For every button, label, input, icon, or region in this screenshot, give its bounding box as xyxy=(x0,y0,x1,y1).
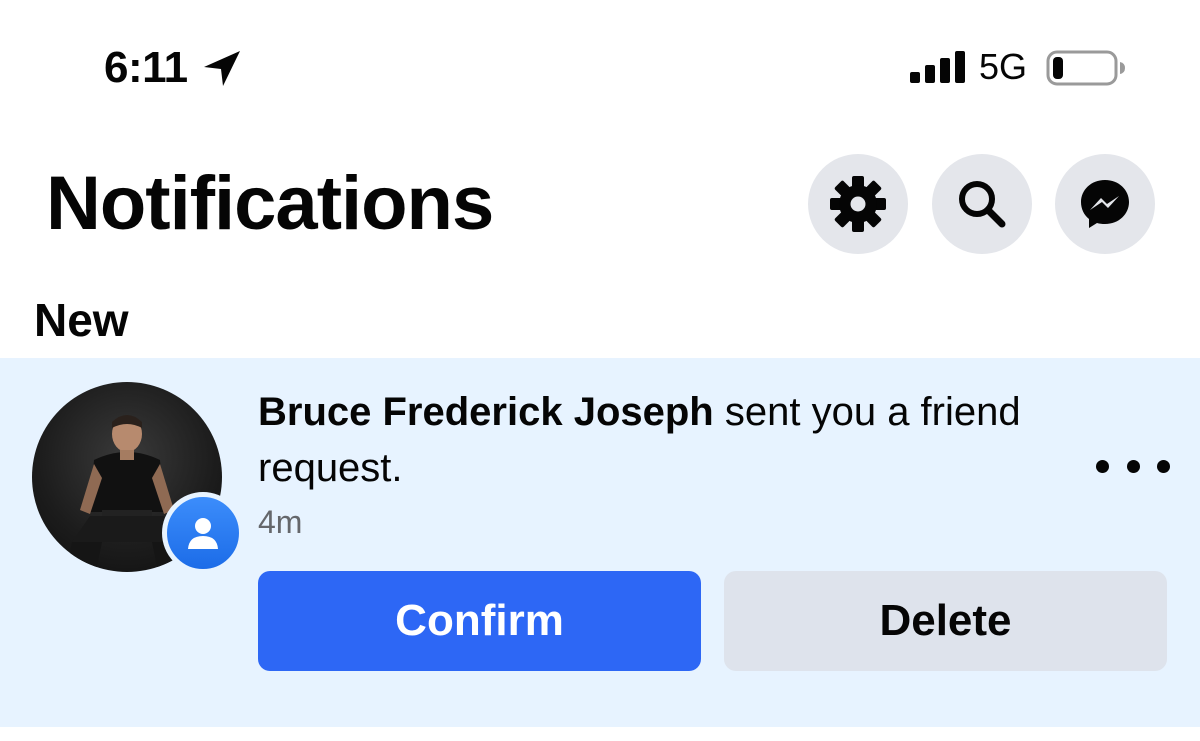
friend-request-person-icon xyxy=(188,518,218,549)
confirm-button[interactable]: Confirm xyxy=(258,571,701,671)
avatar-group xyxy=(32,382,244,594)
friend-request-badge xyxy=(162,492,244,574)
battery-icon xyxy=(1046,50,1125,86)
settings-button[interactable] xyxy=(808,154,908,254)
settings-gear-icon xyxy=(830,176,886,232)
notification-timestamp: 4m xyxy=(258,504,303,540)
messenger-icon xyxy=(1081,180,1129,228)
messenger-button[interactable] xyxy=(1055,154,1155,254)
more-options-icon xyxy=(1157,459,1170,473)
signal-bars-icon xyxy=(910,51,965,83)
more-options-button[interactable] xyxy=(1096,446,1170,486)
location-arrow-icon xyxy=(204,51,240,86)
more-options-icon xyxy=(1126,459,1140,473)
notification-message: Bruce Frederick Joseph sent you a friend… xyxy=(258,384,1078,496)
friend-request-notification[interactable]: Bruce Frederick Joseph sent you a friend… xyxy=(0,358,1200,727)
status-time: 6:11 xyxy=(104,43,188,92)
actor-name[interactable]: Bruce Frederick Joseph xyxy=(258,390,714,434)
page-title: Notifications xyxy=(46,161,494,246)
notifications-screen: 6:11 5G Notifications New Bruce Frederic… xyxy=(0,0,1200,741)
network-type-label: 5G xyxy=(979,46,1028,87)
search-button[interactable] xyxy=(932,154,1032,254)
section-heading-new: New xyxy=(34,294,129,346)
search-icon xyxy=(959,181,1006,228)
more-options-icon xyxy=(1096,459,1109,473)
delete-button[interactable]: Delete xyxy=(724,571,1167,671)
